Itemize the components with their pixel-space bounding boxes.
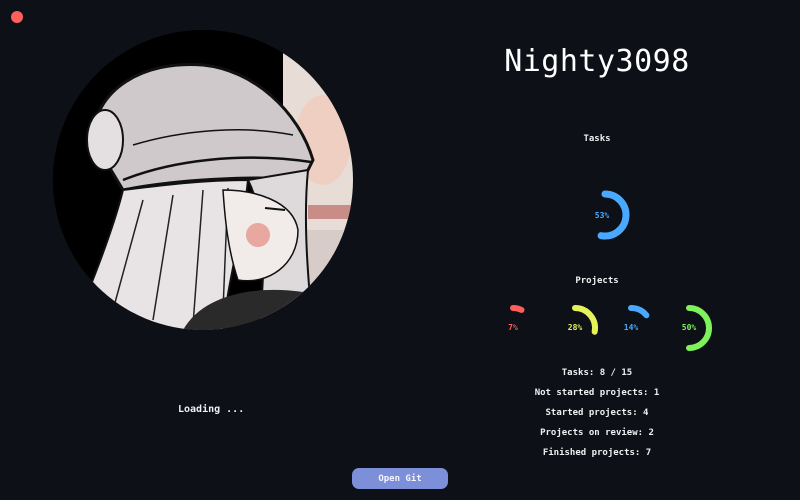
open-git-button[interactable]: Open Git <box>352 468 448 489</box>
project-gauge-label: 14% <box>623 323 639 332</box>
username: Nighty3098 <box>504 44 690 79</box>
loading-text: Loading ... <box>178 404 245 415</box>
projects-title: Projects <box>575 276 619 286</box>
project-gauge-arc <box>628 305 650 319</box>
stat-tasks: Tasks: 8 / 15 <box>561 368 633 378</box>
project-gauge-3: 14% <box>606 300 656 356</box>
stat-started-projects: Started projects: 4 <box>545 408 649 418</box>
stats-list: Tasks: 8 / 15 Not started projects: 1 St… <box>497 369 697 469</box>
project-gauge-4: 50% <box>664 300 714 356</box>
close-icon[interactable] <box>11 11 23 23</box>
project-gauge-label: 7% <box>508 323 518 332</box>
tasks-gauge-label: 53% <box>594 211 610 220</box>
tasks-progress-gauge: 53% <box>572 185 632 245</box>
stat-projects-on-review: Projects on review: 2 <box>540 428 654 438</box>
stat-not-started-projects: Not started projects: 1 <box>534 388 660 398</box>
stat-finished-projects: Finished projects: 7 <box>542 448 652 458</box>
project-gauge-label: 50% <box>681 323 697 332</box>
project-gauge-1: 7% <box>488 300 538 356</box>
project-gauge-arc <box>510 305 525 313</box>
project-gauge-label: 28% <box>567 323 583 332</box>
tasks-title: Tasks <box>583 134 611 144</box>
avatar <box>53 30 353 330</box>
project-gauge-2: 28% <box>550 300 600 356</box>
